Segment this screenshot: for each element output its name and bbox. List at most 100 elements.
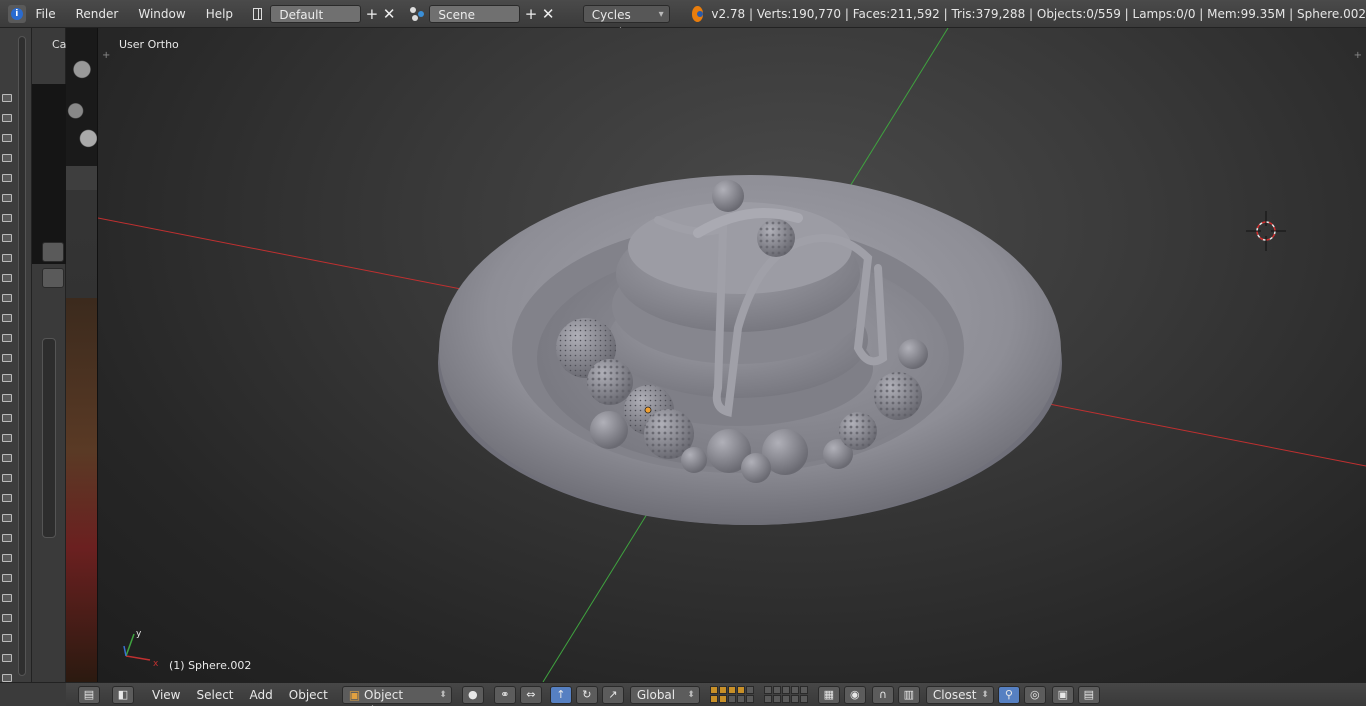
- camera-icon[interactable]: [2, 594, 12, 602]
- scale-manipulator-icon[interactable]: ↗: [601, 685, 624, 704]
- panel-label: Ca: [52, 38, 67, 51]
- pivot-point-icon[interactable]: ⚭: [493, 685, 516, 704]
- menu-render[interactable]: Render: [66, 0, 129, 28]
- viewport-editor-type-icon[interactable]: ◧: [112, 685, 134, 704]
- transform-orientation-select[interactable]: Global: [629, 685, 700, 704]
- blueberry-7: [898, 339, 928, 369]
- camera-icon[interactable]: [2, 454, 12, 462]
- editor-type-button[interactable]: i: [8, 4, 26, 23]
- blueberry-5: [741, 453, 771, 483]
- camera-icon[interactable]: [2, 354, 12, 362]
- camera-icon[interactable]: [2, 494, 12, 502]
- camera-icon[interactable]: [2, 554, 12, 562]
- menu-file[interactable]: File: [26, 0, 66, 28]
- manipulator-toggle-icon[interactable]: ⇔: [519, 685, 542, 704]
- camera-icon[interactable]: [2, 374, 12, 382]
- camera-icon[interactable]: [2, 314, 12, 322]
- camera-icon[interactable]: [2, 154, 12, 162]
- camera-icon[interactable]: [2, 194, 12, 202]
- cube-view-button[interactable]: [42, 242, 64, 262]
- camera-icon[interactable]: [2, 94, 12, 102]
- mode-selector[interactable]: ▣ Object Mode: [341, 685, 452, 706]
- left-editor-strip: [0, 28, 32, 682]
- translate-manipulator-icon[interactable]: ↑: [549, 685, 572, 704]
- camera-icon[interactable]: [2, 174, 12, 182]
- camera-icon[interactable]: [2, 474, 12, 482]
- remove-layout-button[interactable]: ✕: [383, 5, 396, 23]
- x-axis-label: x: [153, 659, 159, 669]
- camera-icon[interactable]: [2, 614, 12, 622]
- scene-icon[interactable]: [409, 6, 424, 21]
- camera-icon[interactable]: [2, 334, 12, 342]
- 3d-cursor: [1246, 211, 1286, 251]
- camera-icon[interactable]: [2, 634, 12, 642]
- camera-icon[interactable]: [2, 534, 12, 542]
- render-animation-icon[interactable]: ▤: [1077, 685, 1100, 704]
- scene-layers[interactable]: [709, 686, 754, 703]
- info-header: i File Render Window Help Default + ✕ Sc…: [0, 0, 1366, 40]
- region-expand-icon[interactable]: +: [102, 50, 110, 61]
- viewport-scene[interactable]: x y: [98, 28, 1366, 682]
- camera-icon[interactable]: [2, 434, 12, 442]
- camera-icon[interactable]: [2, 234, 12, 242]
- axis-gizmo: x y: [123, 629, 159, 669]
- rotate-manipulator-icon[interactable]: ↻: [575, 685, 598, 704]
- menu-help[interactable]: Help: [196, 0, 243, 28]
- active-object-label: (1) Sphere.002: [169, 659, 252, 672]
- blender-logo-icon: [691, 5, 704, 22]
- object-origin: [644, 406, 652, 414]
- image-toolbar[interactable]: [66, 166, 97, 190]
- render-camera-icon[interactable]: ▣: [1051, 685, 1074, 704]
- menu-object[interactable]: Object: [281, 688, 336, 702]
- add-layout-button[interactable]: +: [365, 5, 379, 23]
- menu-select[interactable]: Select: [188, 688, 241, 702]
- camera-icon[interactable]: [2, 134, 12, 142]
- snap-align-icon[interactable]: ⚲: [997, 685, 1020, 704]
- screen-layout-field[interactable]: Default: [270, 4, 362, 23]
- camera-icon[interactable]: [2, 414, 12, 422]
- camera-icon[interactable]: [2, 674, 12, 682]
- 3d-viewport[interactable]: x y User Ortho (1) Sphere.002 + +: [98, 28, 1366, 682]
- render-preview-icon[interactable]: ◎: [1023, 685, 1046, 704]
- shading-solid-icon[interactable]: ●: [461, 685, 484, 704]
- preview-thumbnail: [32, 84, 66, 264]
- scene-layers-2[interactable]: [763, 686, 808, 703]
- left-scrollbar[interactable]: [18, 36, 26, 676]
- menu-window[interactable]: Window: [128, 0, 195, 28]
- camera-icon[interactable]: [2, 274, 12, 282]
- reference-image-column: [66, 28, 98, 682]
- y-axis-label: y: [136, 629, 142, 639]
- camera-icon[interactable]: [2, 654, 12, 662]
- camera-icon[interactable]: [2, 574, 12, 582]
- camera-icon[interactable]: [2, 214, 12, 222]
- top-blueberry: [712, 180, 744, 212]
- blueberry-1: [590, 411, 628, 449]
- menu-view[interactable]: View: [144, 688, 188, 702]
- snap-target-select[interactable]: Closest: [925, 685, 994, 704]
- proportional-editing-icon[interactable]: ◉: [843, 685, 866, 704]
- camera-icon[interactable]: [2, 294, 12, 302]
- view-name-label: User Ortho: [119, 38, 179, 51]
- tool-toggle-button[interactable]: [42, 268, 64, 288]
- outliner-footer: [0, 682, 66, 706]
- menu-add[interactable]: Add: [242, 688, 281, 702]
- snap-element-icon[interactable]: ▥: [897, 685, 920, 704]
- camera-icon[interactable]: [2, 514, 12, 522]
- scene-field[interactable]: Scene: [429, 4, 521, 23]
- render-engine-dropdown[interactable]: Cycles Render: [582, 4, 670, 40]
- info-icon: i: [10, 7, 23, 20]
- remove-scene-button[interactable]: ✕: [542, 5, 555, 23]
- camera-icon[interactable]: [2, 114, 12, 122]
- region-expand-right-icon[interactable]: +: [1354, 50, 1362, 61]
- blueberry-4: [681, 447, 707, 473]
- layer-lock-icon[interactable]: ▦: [817, 685, 840, 704]
- room-reference-image: [66, 298, 97, 682]
- object-mode-icon: ▣: [348, 687, 364, 702]
- add-scene-button[interactable]: +: [524, 5, 538, 23]
- screen-layout-icon[interactable]: [253, 7, 263, 20]
- image-editor-type-icon[interactable]: ▤: [78, 685, 100, 704]
- snap-toggle-icon[interactable]: ∩: [871, 685, 894, 704]
- panel-slider[interactable]: [42, 338, 56, 538]
- camera-icon[interactable]: [2, 394, 12, 402]
- camera-icon[interactable]: [2, 254, 12, 262]
